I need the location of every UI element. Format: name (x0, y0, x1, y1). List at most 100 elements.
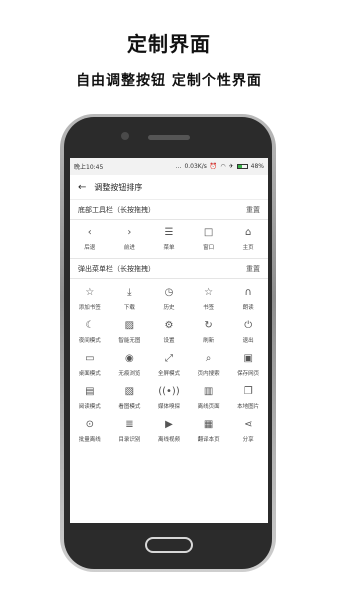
menu-item-button[interactable]: ☾ 夜间模式 (70, 315, 110, 348)
menu-item-button[interactable]: ⚙ 设置 (149, 315, 189, 348)
menu-item-label: 朗读 (242, 304, 254, 311)
menu-item-button[interactable]: ▦ 翻译本页 (189, 414, 229, 447)
menu-item-button[interactable]: ▥ 离线页面 (189, 381, 229, 414)
toolbar-item-icon: ‹ (87, 227, 92, 238)
toolbar-item-button[interactable]: ⌂ 主页 (228, 222, 268, 256)
toolbar-item-label: 后退 (84, 245, 96, 251)
toolbar-item-icon: ⌂ (245, 227, 252, 238)
menu-item-label: 设置 (163, 337, 175, 344)
menu-item-icon: ↻ (204, 319, 213, 331)
menu-item-icon: ⚙ (164, 319, 174, 331)
toolbar-item-label: 菜单 (163, 245, 175, 251)
menu-item-button[interactable]: ❐ 本地图片 (228, 381, 268, 414)
camera-icon (121, 132, 129, 140)
home-button[interactable] (145, 537, 193, 553)
menu-item-label: 翻译本页 (197, 436, 220, 443)
menu-item-icon: ▦ (203, 418, 214, 430)
alarm-icon: ⏰ (209, 163, 218, 170)
menu-item-button[interactable]: ☆ 添加书签 (70, 282, 110, 315)
menu-item-icon: ▤ (85, 385, 95, 397)
popup-menu-header: 弹出菜单栏（长按拖拽） 重置 (70, 259, 268, 279)
app-bar-title: 调整按钮排序 (94, 182, 143, 192)
menu-item-label: 下载 (123, 304, 135, 311)
menu-item-button[interactable]: ((•)) 媒体嗅探 (149, 381, 189, 414)
toolbar-item-label: 主页 (242, 245, 254, 251)
menu-item-icon: ⤢ (164, 352, 173, 364)
menu-item-button[interactable]: ∩ 朗读 (228, 282, 268, 315)
phone-screen: 晚上10:45 ... 0.03K/s ⏰ ◠ ✈ 48% ← 调整按钮排序 底… (70, 158, 268, 523)
toolbar-item-icon: ☰ (164, 227, 174, 238)
bottom-toolbar-title: 底部工具栏（长按拖拽） (78, 205, 155, 214)
menu-item-label: 智能无图 (118, 337, 141, 344)
menu-item-label: 媒体嗅探 (157, 403, 180, 410)
menu-item-label: 看图模式 (118, 403, 141, 410)
menu-item-label: 离线页面 (197, 403, 220, 410)
menu-item-label: 无痕浏览 (118, 370, 141, 377)
menu-item-label: 刷新 (203, 337, 215, 344)
menu-item-label: 桌面模式 (78, 370, 101, 377)
menu-item-icon: ▭ (85, 352, 95, 364)
menu-item-label: 目录识别 (118, 436, 141, 443)
menu-item-label: 书签 (203, 304, 215, 311)
toolbar-item-label: 窗口 (203, 245, 215, 251)
menu-item-icon: ▨ (124, 319, 135, 331)
status-dots: ... (175, 163, 182, 170)
menu-item-button[interactable]: ◷ 历史 (149, 282, 189, 315)
back-arrow-icon[interactable]: ← (78, 182, 86, 193)
page-subtitle: 自由调整按钮 定制个性界面 (76, 73, 262, 89)
menu-item-button[interactable]: ☆ 书签 (189, 282, 229, 315)
menu-item-icon: ⌕ (205, 352, 212, 364)
menu-item-button[interactable]: ⌕ 页内搜索 (189, 348, 229, 381)
menu-item-button[interactable]: ▶ 离线视频 (149, 414, 189, 447)
menu-item-icon: ⤓ (127, 286, 132, 298)
menu-item-label: 阅读模式 (78, 403, 101, 410)
status-time: 晚上10:45 (74, 164, 104, 171)
menu-item-button[interactable]: ▨ 智能无图 (110, 315, 150, 348)
battery-percent: 48% (250, 163, 264, 170)
status-speed: 0.03K/s (184, 163, 207, 170)
menu-item-button[interactable]: ◉ 无痕浏览 (110, 348, 150, 381)
menu-item-button[interactable]: ▣ 保存网页 (228, 348, 268, 381)
menu-item-label: 夜间模式 (78, 337, 101, 344)
menu-item-icon: ☆ (85, 286, 95, 298)
menu-item-button[interactable]: ⤢ 全屏模式 (149, 348, 189, 381)
menu-item-button[interactable]: ▤ 阅读模式 (70, 381, 110, 414)
popup-menu-title: 弹出菜单栏（长按拖拽） (78, 264, 155, 273)
airplane-icon: ✈ (228, 163, 234, 170)
menu-item-button[interactable]: ▭ 桌面模式 (70, 348, 110, 381)
status-bar: 晚上10:45 ... 0.03K/s ⏰ ◠ ✈ 48% (70, 158, 268, 175)
menu-item-label: 本地图片 (237, 403, 260, 410)
menu-item-label: 批量离线 (78, 436, 101, 443)
wifi-icon: ◠ (220, 163, 226, 170)
bottom-toolbar-grid: ‹ 后退 › 前进 ☰ 菜单 □ 窗口 ⌂ 主页 (70, 220, 268, 259)
toolbar-item-button[interactable]: › 前进 (110, 222, 150, 256)
menu-item-button[interactable]: ⊙ 批量离线 (70, 414, 110, 447)
menu-item-button[interactable]: ⤓ 下载 (110, 282, 150, 315)
reset-popup-menu-button[interactable]: 重置 (246, 264, 260, 274)
menu-item-label: 保存网页 (237, 370, 260, 377)
menu-item-label: 分享 (242, 436, 254, 443)
reset-bottom-toolbar-button[interactable]: 重置 (246, 205, 260, 215)
menu-item-label: 页内搜索 (197, 370, 220, 377)
menu-item-icon: ⋖ (243, 418, 253, 430)
toolbar-item-button[interactable]: □ 窗口 (189, 222, 229, 256)
toolbar-item-icon: □ (203, 227, 214, 238)
menu-item-button[interactable]: ≣ 目录识别 (110, 414, 150, 447)
menu-item-label: 退出 (242, 337, 254, 344)
speaker-grille (148, 135, 190, 140)
menu-item-icon: ◉ (125, 352, 134, 364)
toolbar-item-button[interactable]: ‹ 后退 (70, 222, 110, 256)
menu-item-icon: ≣ (125, 418, 134, 430)
menu-item-button[interactable]: ⏻ 退出 (228, 315, 268, 348)
menu-item-icon: ☾ (85, 319, 95, 331)
page-title: 定制界面 (127, 32, 211, 56)
menu-item-button[interactable]: ⋖ 分享 (228, 414, 268, 447)
menu-item-icon: ▥ (203, 385, 214, 397)
menu-item-button[interactable]: ↻ 刷新 (189, 315, 229, 348)
menu-item-label: 全屏模式 (157, 370, 180, 377)
toolbar-item-button[interactable]: ☰ 菜单 (149, 222, 189, 256)
menu-item-button[interactable]: ▧ 看图模式 (110, 381, 150, 414)
menu-item-icon: ◷ (164, 286, 174, 298)
toolbar-item-icon: › (127, 227, 132, 238)
menu-item-icon: ((•)) (158, 385, 180, 397)
